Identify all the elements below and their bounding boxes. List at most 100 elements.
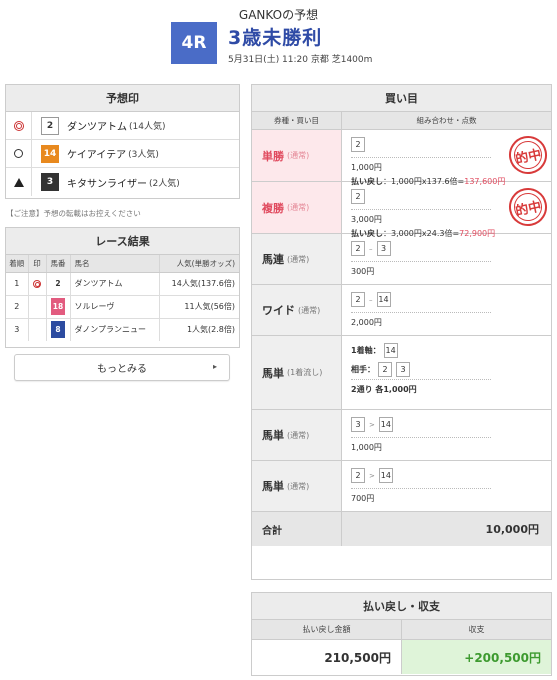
bet-type-kind: (通常) [287,254,310,264]
race-number-badge: 4R [171,22,217,64]
horse-number-box: 14 [376,292,391,307]
bet-row: 馬単 (通常) 2 >14 700円 [252,461,551,512]
prediction-list: 2 ダンツアトム (14人気) 14 ケイアイテア (3人気) 3 キタサンライザー (2人気) [6,112,239,196]
bet-row: 馬連 (通常) 2–3 300円 [252,234,551,285]
prediction-panel: 予想印 2 ダンツアトム (14人気) 14 ケイアイテア (3人気) 3 キタサンライザー(… [5,84,240,199]
bet-amount: 2,000円 [351,318,382,327]
bet-row: ワイド (通常) 2–14 2,000円 [252,285,551,336]
bet-amount: 700円 [351,494,375,503]
bet-type-cell: 馬単 (1着流し) [252,336,342,409]
bet-type-cell: ワイド (通常) [252,285,342,335]
bets-panel: 買い目 券種・買い目 組み合わせ・点数 単勝 (通常) 2 1,000円 払い戻し：1,… [251,84,552,580]
horse-number-box: 2 [351,292,365,307]
page-title: GANKOの予想 [238,8,319,22]
balance-value: +200,500円 [402,640,551,674]
popularity-cell: 11人気(56倍) [159,295,239,319]
summary-subheader: 払い戻し金額 収支 [252,620,551,640]
bet-type-kind: (通常) [287,430,310,440]
race-result-heading: レース結果 [6,228,239,255]
horse-number: 3 [41,173,59,191]
bet-combination: 1着軸： 14 相手： 2 3 2通り 各1,000円 [342,336,551,409]
summary-heading: 払い戻し・収支 [252,593,551,620]
bet-type-cell: 馬単 (通常) [252,461,342,511]
col-bet-type: 券種・買い目 [252,112,342,129]
horse-name: ケイアイテア [67,150,127,161]
triangle-icon [13,177,24,187]
bet-combination: 2–14 2,000円 [342,285,551,335]
bet-type-name: 馬単 [262,480,284,493]
more-button[interactable]: もっとみる ▸ [14,354,230,381]
bet-type-kind: (通常) [287,481,310,491]
horse-number: 18 [51,298,65,315]
bet-row: 単勝 (通常) 2 1,000円 払い戻し：1,000円x137.6倍=137,600円… [252,130,551,186]
dotted-divider [351,261,491,262]
rank-cell: 1 [6,272,29,296]
separator: – [369,244,373,253]
bet-combination: 3 >14 1,000円 [342,410,551,460]
bet-type-kind: (通常) [298,305,321,315]
bet-type-name: 単勝 [262,149,284,163]
prediction-mark [6,140,32,167]
col-rank: 着順 [6,255,29,273]
dotted-divider [351,488,491,489]
bet-row: 馬単 (1着流し) 1着軸： 14 相手： 2 3 2通り 各1,000円 [252,336,551,410]
bets-heading: 買い目 [252,85,551,112]
prediction-row: 3 キタサンライザー (2人気) [6,168,239,196]
return-value: 210,500円 [252,640,402,674]
bet-type-name: 馬単 [262,429,284,442]
dotted-divider [351,209,491,210]
summary-values: 210,500円 +200,500円 [252,640,551,674]
bet-amount: 2通り 各1,000円 [351,385,417,394]
col-mark: 印 [28,255,47,273]
bet-amount: 300円 [351,267,375,276]
col-popularity: 人気(単勝オッズ) [159,255,239,273]
horse-number: 2 [51,275,65,292]
prediction-heading: 予想印 [6,85,239,112]
bet-combination: 2 >14 700円 [342,461,551,511]
bet-type-name: 複勝 [262,201,284,215]
popularity-cell: 1人気(2.8倍) [186,325,235,335]
horse-name: ダンツアトム [67,122,127,133]
col-combination: 組み合わせ・点数 [416,116,477,125]
total-value: 10,000円 [342,512,551,546]
total-label: 合計 [252,512,342,546]
bet-type-cell: 複勝 (通常) [252,182,342,233]
horse-number-box: 3 [376,241,391,256]
horse-name: ダンツアトム [70,272,161,296]
horse-name: キタサンライザー [67,178,147,190]
col-balance: 収支 [468,625,485,634]
horse-number-box: 14 [383,343,398,358]
double-circle-icon [33,279,41,288]
bet-combination: 2 3,000円 払い戻し：3,000円x24.3倍=72,900円 的中 [342,182,551,238]
bet-type-kind: (通常) [287,151,310,160]
prediction-mark [6,112,32,139]
bet-type-kind: (通常) [287,203,310,212]
separator: > [369,471,375,480]
mark-cell [28,272,47,296]
chevron-right-icon: ▸ [212,362,217,371]
double-circle-icon [13,120,24,131]
bets-list: 単勝 (通常) 2 1,000円 払い戻し：1,000円x137.6倍=137,600円… [252,130,551,512]
number-cell: 2 [46,272,71,296]
bet-type-name: 馬単 [262,366,284,380]
bet-type-name: ワイド [262,304,295,317]
dotted-divider [351,157,491,158]
bet-combination: 2 1,000円 払い戻し：1,000円x137.6倍=137,600円 的中 [342,130,551,186]
horse-number: 8 [51,321,65,339]
bet-amount: 1,000円 [351,443,382,452]
mark-cell [28,295,47,319]
separator: – [369,295,373,304]
horse-number-box: 2 [351,241,365,256]
bet-row: 馬単 (通常) 3 >14 1,000円 [252,410,551,461]
number-cell: 8 [46,318,71,341]
separator: > [369,420,375,429]
partner-label: 相手： [351,365,375,374]
col-number: 馬番 [46,255,71,273]
prediction-mark [6,168,32,196]
horse-number-box: 2 [351,468,365,483]
dotted-divider [351,437,491,438]
bet-type-name: 馬連 [262,253,284,266]
col-return: 払い戻し金額 [252,620,402,639]
circle-icon [14,149,23,158]
prediction-row: 2 ダンツアトム (14人気) [6,112,239,140]
